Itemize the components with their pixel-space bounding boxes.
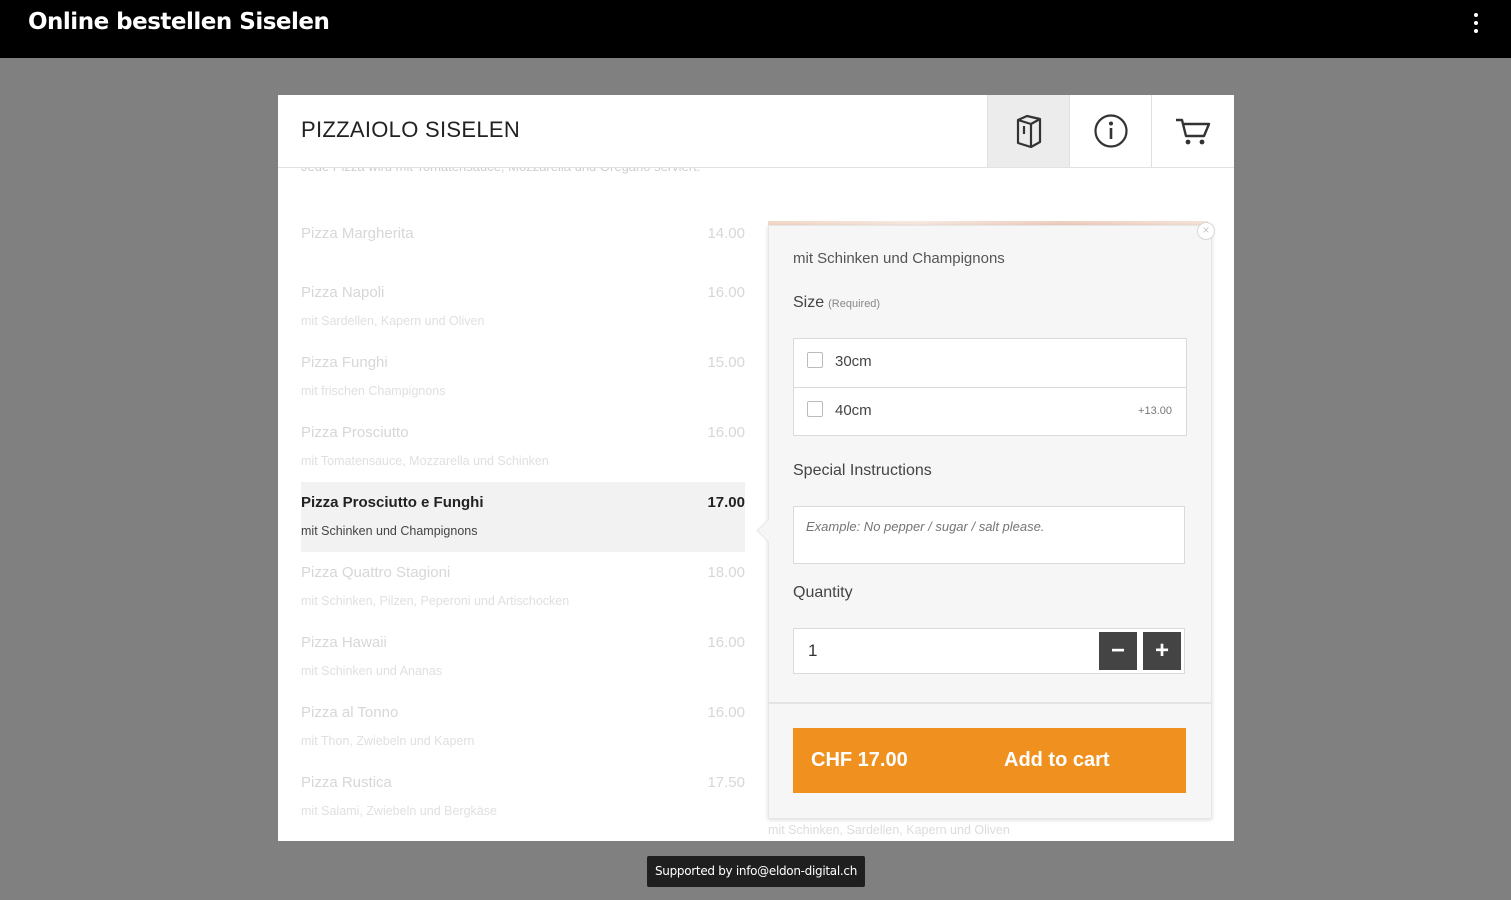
menu-item-selected[interactable]: Pizza Prosciutto e Funghi 17.00 mit Schi…: [301, 482, 745, 552]
size-label-text: Size: [793, 294, 825, 311]
size-option-40cm[interactable]: 40cm +13.00: [794, 387, 1186, 436]
menu-item-desc: mit Schinken und Champignons: [301, 524, 478, 538]
menu-item-price: 16.00: [707, 284, 745, 301]
menu-item-name: Pizza Prosciutto: [301, 424, 409, 441]
item-description: mit Schinken und Champignons: [793, 250, 1005, 267]
instructions-label: Special Instructions: [793, 462, 932, 479]
menu-item-name: Pizza Funghi: [301, 354, 388, 371]
menu-item[interactable]: Pizza Napoli 16.00 mit Sardellen, Kapern…: [301, 272, 745, 342]
app-title: Online bestellen Siselen: [28, 9, 330, 35]
menu-item-price: 16.00: [707, 634, 745, 651]
option-surcharge: +13.00: [1138, 405, 1172, 417]
more-vert-icon[interactable]: [1468, 11, 1484, 35]
instructions-input[interactable]: [793, 506, 1185, 564]
menu-item-name: Pizza Hawaii: [301, 634, 387, 651]
menu-item-desc: mit frischen Champignons: [301, 384, 446, 398]
add-to-cart-label: Add to cart: [1004, 749, 1110, 771]
menu-item-price: 17.00: [707, 494, 745, 511]
menu-item-desc: mit Thon, Zwiebeln und Kapern: [301, 734, 475, 748]
panel-header: PIZZAIOLO SISELEN: [278, 95, 1234, 168]
supported-by-badge[interactable]: Supported by info@eldon-digital.ch: [647, 856, 865, 887]
info-tab-button[interactable]: [1069, 95, 1152, 167]
menu-item[interactable]: Pizza Rustica 17.50 mit Salami, Zwiebeln…: [301, 762, 745, 832]
menu-item[interactable]: Pizza Prosciutto 16.00 mit Tomatensauce,…: [301, 412, 745, 482]
menu-item-price: 16.00: [707, 704, 745, 721]
menu-item-price: 14.00: [707, 225, 745, 242]
popup-arrow: [756, 518, 781, 543]
menu-item-name: Pizza Prosciutto e Funghi: [301, 494, 484, 511]
size-option-30cm[interactable]: 30cm: [794, 339, 1186, 387]
cart-tab-button[interactable]: [1151, 95, 1234, 167]
menu-item-price: 16.00: [707, 424, 745, 441]
menu-item[interactable]: Pizza Quattro Stagioni 18.00 mit Schinke…: [301, 552, 745, 622]
option-label: 40cm: [835, 402, 872, 419]
menu-item-desc-hidden: mit Schinken, Sardellen, Kapern und Oliv…: [768, 823, 1010, 837]
size-label: Size (Required): [793, 294, 880, 312]
menu-item[interactable]: Pizza al Tonno 16.00 mit Thon, Zwiebeln …: [301, 692, 745, 762]
menu-item-desc: mit Sardellen, Kapern und Oliven: [301, 314, 485, 328]
info-icon: [1094, 114, 1128, 148]
total-price: CHF 17.00: [811, 749, 908, 771]
menu-item-desc: mit Schinken, Pilzen, Peperoni und Artis…: [301, 594, 570, 608]
menu-book-icon: [1016, 114, 1042, 148]
quantity-decrease-button[interactable]: −: [1099, 632, 1137, 670]
size-options: 30cm 40cm +13.00: [793, 338, 1187, 436]
app-bar: Online bestellen Siselen: [0, 0, 1511, 58]
menu-item-desc: mit Tomatensauce, Mozzarella und Schinke…: [301, 454, 549, 468]
item-options-popup: × mit Schinken und Champignons Size (Requ…: [756, 222, 1215, 819]
cart-icon: [1176, 118, 1211, 145]
required-note: (Required): [828, 298, 881, 310]
menu-item-desc: mit Salami, Zwiebeln und Bergkäse: [301, 804, 497, 818]
menu-tab-button[interactable]: [987, 95, 1070, 167]
divider: [769, 702, 1211, 704]
quantity-label: Quantity: [793, 584, 853, 601]
menu-item-price: 17.50: [707, 774, 745, 791]
menu-list: Pizza Margherita 14.00 Pizza Napoli 16.0…: [301, 213, 745, 832]
restaurant-name: PIZZAIOLO SISELEN: [301, 117, 521, 142]
restaurant-panel: Jede Pizza wird mit Tomatensauce, Mozzar…: [278, 95, 1234, 841]
menu-item-name: Pizza Margherita: [301, 225, 414, 242]
quantity-increase-button[interactable]: +: [1143, 632, 1181, 670]
menu-item-name: Pizza Quattro Stagioni: [301, 564, 451, 581]
checkbox[interactable]: [807, 352, 823, 368]
menu-item[interactable]: Pizza Hawaii 16.00 mit Schinken und Anan…: [301, 622, 745, 692]
add-to-cart-button[interactable]: CHF 17.00 Add to cart: [793, 728, 1186, 793]
quantity-input[interactable]: 1: [808, 641, 817, 661]
menu-item-name: Pizza al Tonno: [301, 704, 399, 721]
option-label: 30cm: [835, 353, 872, 370]
menu-item-name: Pizza Rustica: [301, 774, 392, 791]
menu-item-desc: mit Schinken und Ananas: [301, 664, 443, 678]
checkbox[interactable]: [807, 401, 823, 417]
close-icon[interactable]: ×: [1197, 222, 1215, 240]
menu-item-name: Pizza Napoli: [301, 284, 385, 301]
menu-item[interactable]: Pizza Funghi 15.00 mit frischen Champign…: [301, 342, 745, 412]
menu-item[interactable]: Pizza Margherita 14.00: [301, 213, 745, 272]
quantity-stepper: 1 − +: [793, 628, 1185, 674]
menu-item-price: 15.00: [707, 354, 745, 371]
menu-item-price: 18.00: [707, 564, 745, 581]
